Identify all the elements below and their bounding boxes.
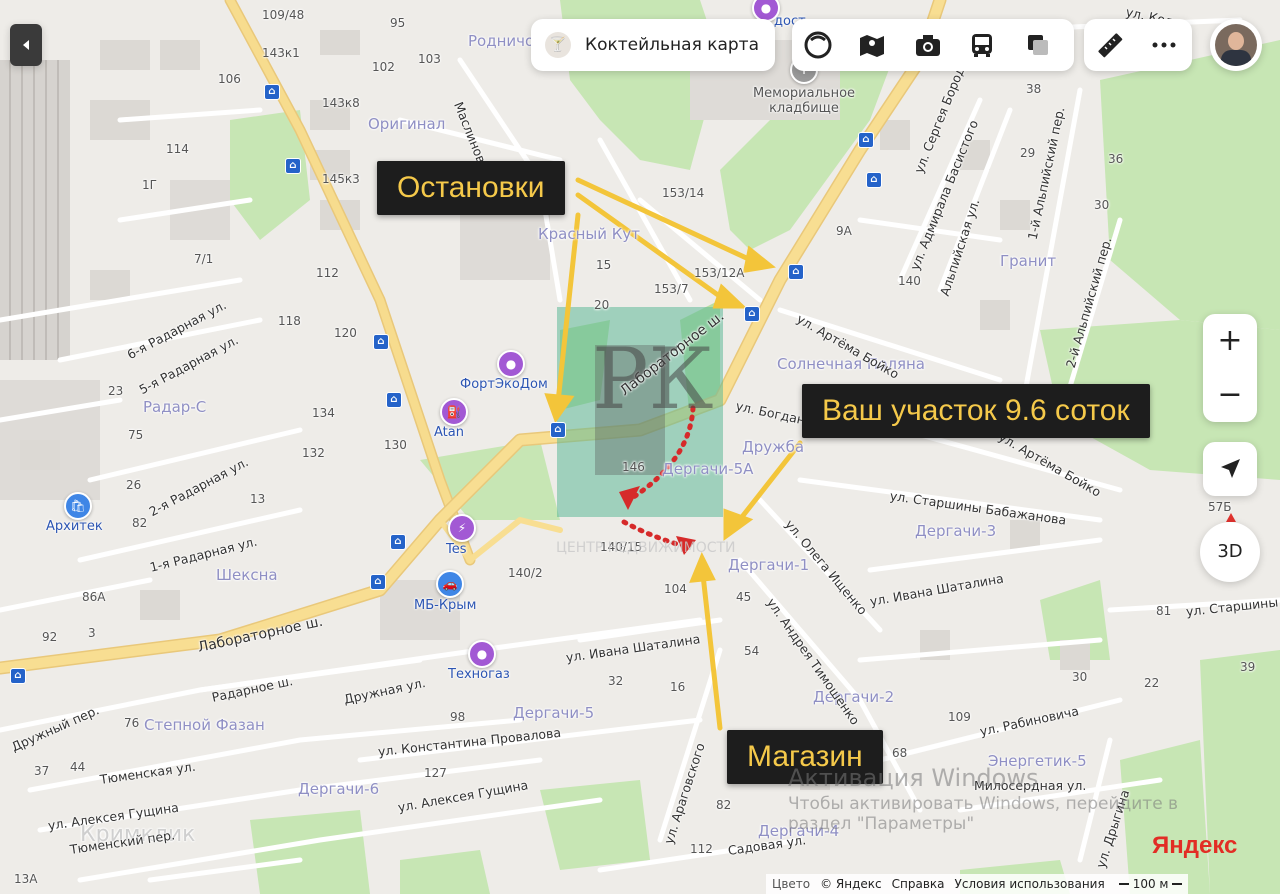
bus-stop-icon[interactable]: ⌂	[744, 306, 760, 322]
transit-bus-icon	[972, 34, 992, 57]
yandex-logo: Яндекс	[1152, 832, 1238, 859]
zoom-control: + −	[1203, 314, 1257, 422]
footer-bar: Цвето © Яндекс Справка Условия использов…	[766, 874, 1189, 894]
zoom-out-button[interactable]: −	[1203, 368, 1257, 422]
more-icon	[1152, 42, 1176, 48]
ev-charging-icon: ⚡	[448, 514, 476, 542]
layers-icon	[804, 31, 832, 59]
map-tools-bar	[792, 19, 1074, 71]
user-avatar	[1215, 24, 1257, 66]
scale-label: 100 м	[1132, 877, 1169, 891]
scale-line	[1118, 883, 1129, 885]
stops-callout: Остановки	[377, 161, 565, 215]
ruler-icon	[1098, 33, 1123, 58]
shop-callout: Магазин	[727, 730, 883, 784]
ruler-button[interactable]	[1092, 27, 1128, 63]
plot-callout: Ваш участок 9.6 соток	[802, 384, 1150, 438]
street-fragment-label: Цвето	[772, 877, 811, 891]
bus-stop-icon[interactable]: ⌂	[550, 422, 566, 438]
layers-stack-icon	[1028, 35, 1048, 55]
map-canvas[interactable]	[0, 0, 1280, 894]
avatar-button[interactable]	[1210, 19, 1262, 71]
panorama-button[interactable]	[854, 27, 890, 63]
car-service-icon: 🚗	[436, 570, 464, 598]
bus-stop-icon[interactable]: ⌂	[370, 574, 386, 590]
fuel-icon: ⛽	[440, 398, 468, 426]
locate-button[interactable]	[1203, 442, 1257, 496]
copyright-text: © Яндекс	[820, 877, 882, 891]
camera-button[interactable]	[910, 27, 946, 63]
bus-stop-icon[interactable]: ⌂	[264, 84, 280, 100]
bus-stop-icon[interactable]: ⌂	[386, 392, 402, 408]
help-link[interactable]: Справка	[892, 877, 945, 891]
bus-stop-icon[interactable]: ⌂	[285, 158, 301, 174]
panorama-icon	[860, 35, 884, 57]
mode-3d-button[interactable]: 3D	[1200, 522, 1260, 582]
transit-button[interactable]	[964, 27, 1000, 63]
shopping-bag-icon: 🛍	[64, 492, 92, 520]
scale-bar: 100 м	[1118, 877, 1183, 891]
cocktail-map-icon: 🍸	[545, 32, 571, 58]
location-arrow-icon	[1221, 459, 1240, 478]
layer-chip[interactable]: 🍸 Коктейльная карта	[531, 19, 775, 71]
chevron-left-icon	[23, 40, 29, 50]
collapse-button[interactable]	[10, 24, 42, 66]
bus-stop-icon[interactable]: ⌂	[788, 264, 804, 280]
more-button[interactable]	[1146, 27, 1182, 63]
bus-stop-icon[interactable]: ⌂	[10, 668, 26, 684]
layers-stack-button[interactable]	[1020, 27, 1056, 63]
layer-name: Коктейльная карта	[585, 35, 759, 55]
camera-icon	[916, 35, 940, 56]
poi-pin-icon: ●	[497, 350, 525, 378]
poi-pin-icon: ●	[468, 640, 496, 668]
measure-bar	[1084, 19, 1192, 71]
zoom-in-button[interactable]: +	[1203, 314, 1257, 368]
bus-stop-icon[interactable]: ⌂	[858, 132, 874, 148]
layers-button[interactable]	[800, 27, 836, 63]
bus-stop-icon[interactable]: ⌂	[373, 334, 389, 350]
scale-line	[1172, 883, 1183, 885]
bus-stop-icon[interactable]: ⌂	[866, 172, 882, 188]
terms-link[interactable]: Условия использования	[955, 877, 1105, 891]
bus-stop-icon[interactable]: ⌂	[390, 534, 406, 550]
